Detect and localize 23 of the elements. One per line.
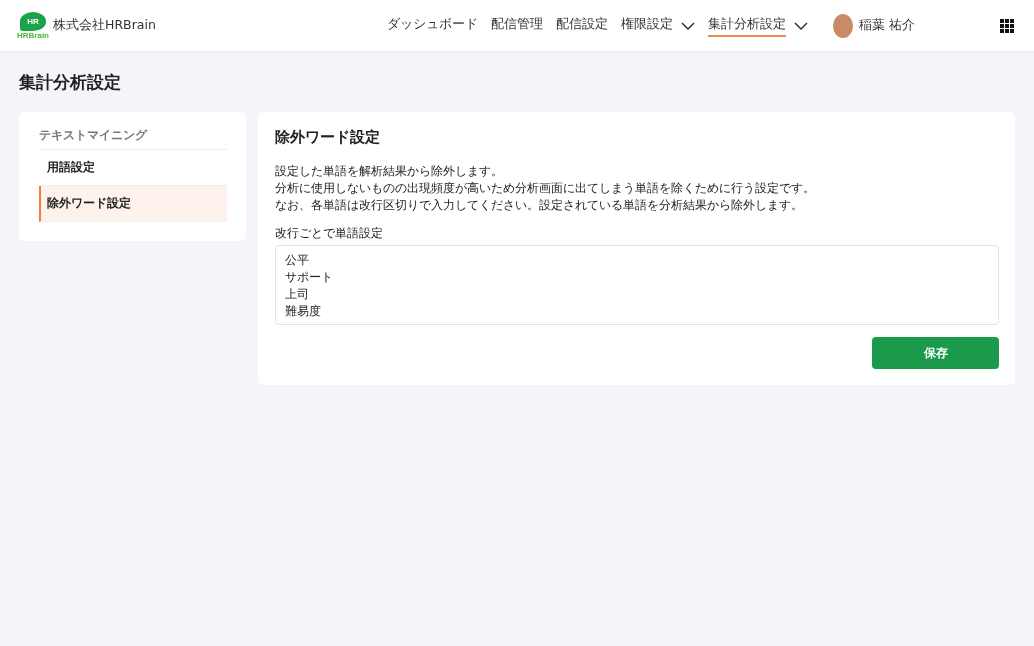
- panel-title: 除外ワード設定: [275, 128, 381, 147]
- avatar-icon[interactable]: [833, 13, 853, 38]
- section-heading: テキストマイニング: [39, 128, 227, 150]
- nav-link[interactable]: 配信管理: [491, 14, 543, 37]
- word-list-field[interactable]: 公平 サポート 上司 難易度: [275, 245, 999, 325]
- app-grid-icon[interactable]: [1000, 18, 1014, 33]
- nav-link[interactable]: 集計分析設定: [708, 14, 808, 37]
- description-text: 分析に使用しないものの出現頻度が高いため分析画面に出てしまう単語を除くために行う設定です。: [275, 180, 816, 197]
- word-entry: 公平: [285, 252, 310, 269]
- nav-link[interactable]: 配信設定: [556, 14, 608, 37]
- page-title: 集計分析設定: [19, 71, 122, 94]
- nav-link[interactable]: ダッシュボード: [387, 14, 478, 37]
- user-name[interactable]: 稲葉 祐介: [859, 17, 915, 34]
- word-entry: 上司: [285, 286, 310, 303]
- word-entry: サポート: [285, 269, 334, 286]
- nav-link[interactable]: 権限設定: [621, 14, 695, 37]
- field-label: 改行ごとで単語設定: [275, 226, 384, 241]
- save-button[interactable]: 保存: [872, 337, 999, 369]
- description-text: なお、各単語は改行区切りで入力してください。設定されている単語を分析結果から除外します。: [275, 197, 804, 214]
- company-name: 株式会社HRBrain: [53, 17, 156, 34]
- description-text: 設定した単語を解析結果から除外します。: [275, 163, 504, 180]
- sidebar-item[interactable]: 除外ワード設定: [39, 186, 227, 222]
- word-entry: 難易度: [285, 303, 322, 320]
